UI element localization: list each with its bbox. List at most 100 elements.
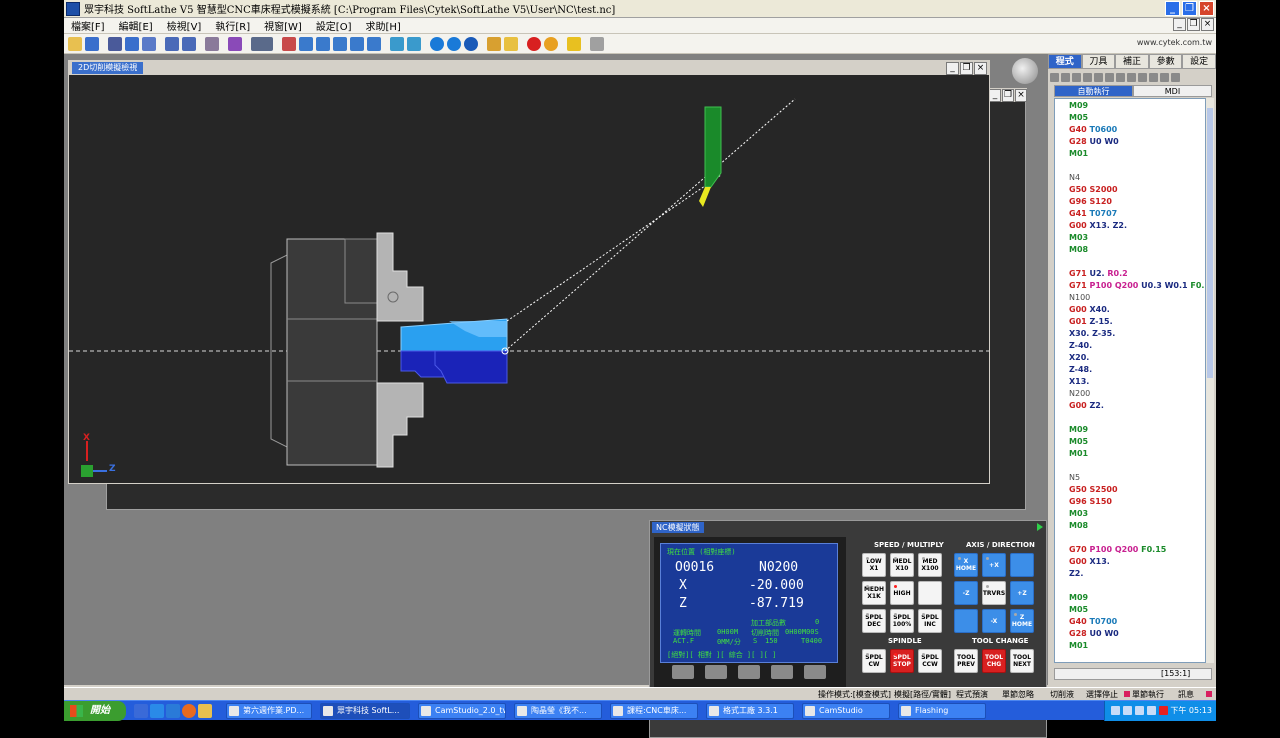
copy-icon[interactable]	[1116, 72, 1125, 82]
code-line[interactable]: Z-48.	[1069, 365, 1092, 374]
code-line[interactable]: M05	[1069, 437, 1088, 446]
code-line[interactable]: G00 X40.	[1069, 305, 1110, 314]
task-camstudio-folder[interactable]: CamStudio_2.0_tw	[418, 703, 506, 719]
code-line[interactable]: G01 Z-15.	[1069, 317, 1113, 326]
code-line[interactable]: N4	[1069, 173, 1080, 182]
code-line[interactable]: G00 X13. Z2.	[1069, 221, 1127, 230]
code-line[interactable]: M05	[1069, 605, 1088, 614]
code-line[interactable]: M03	[1069, 233, 1088, 242]
caliper-icon[interactable]	[251, 36, 273, 51]
replace-icon[interactable]	[1149, 72, 1158, 82]
tray-record-icon[interactable]	[1159, 706, 1168, 715]
z-home-button[interactable]: Z HOME	[1010, 609, 1034, 633]
status-coolant[interactable]: 切削液	[1050, 689, 1074, 700]
bg-minimize-button[interactable]: _	[989, 88, 1001, 102]
code-scroll-thumb[interactable]	[1207, 108, 1213, 378]
menu-settings[interactable]: 設定[O]	[309, 18, 359, 33]
menu-help[interactable]: 求助[H]	[359, 18, 408, 33]
speed-blank-button[interactable]	[918, 581, 942, 605]
code-line[interactable]: Z2.	[1069, 569, 1083, 578]
status-dry-run[interactable]: 程式預演	[956, 689, 988, 700]
menu-window[interactable]: 視窗[W]	[257, 18, 309, 33]
stock-icon[interactable]	[487, 36, 501, 51]
play-icon[interactable]	[1037, 523, 1043, 531]
spindle-stop-button[interactable]: SPDL STOP	[890, 649, 914, 673]
tab-program[interactable]: 程式	[1048, 54, 1082, 69]
speed-medh-button[interactable]: MEDH X1K	[862, 581, 886, 605]
align-right-icon[interactable]	[182, 36, 196, 51]
tab-offset[interactable]: 補正	[1115, 54, 1149, 69]
print-icon[interactable]	[590, 36, 604, 51]
tool-change-button[interactable]: TOOL CHG	[982, 649, 1006, 673]
menu-run[interactable]: 執行[R]	[208, 18, 257, 33]
sim-close-button[interactable]: ×	[974, 62, 987, 75]
mdi-restore-button[interactable]: ❐	[1187, 18, 1200, 31]
speed-med-button[interactable]: MED X100	[918, 553, 942, 577]
task-format-factory[interactable]: 格式工廠 3.3.1	[706, 703, 794, 719]
bg-close-button[interactable]: ×	[1015, 88, 1027, 102]
code-line[interactable]: N100	[1069, 293, 1090, 302]
tab-parameter[interactable]: 參數	[1148, 54, 1183, 69]
code-line[interactable]: M09	[1069, 101, 1088, 110]
code-line[interactable]: M03	[1069, 509, 1088, 518]
code-line[interactable]: G96 S120	[1069, 197, 1112, 206]
list-icon[interactable]	[142, 36, 156, 51]
goto-icon[interactable]	[1160, 72, 1169, 82]
code-line[interactable]: X13.	[1069, 377, 1089, 386]
bg-restore-button[interactable]: ❐	[1002, 88, 1014, 102]
minus-z-button[interactable]: -Z	[954, 581, 978, 605]
find-icon[interactable]	[1138, 72, 1147, 82]
code-line[interactable]: X30. Z-35.	[1069, 329, 1115, 338]
open-icon[interactable]	[68, 36, 82, 51]
code-line[interactable]: G00 Z2.	[1069, 401, 1104, 410]
code-line[interactable]: G00 X13.	[1069, 557, 1110, 566]
spindle-ccw-button[interactable]: SPDL CCW	[918, 649, 942, 673]
plus-z-button[interactable]: +Z	[1010, 581, 1034, 605]
code-line[interactable]: N200	[1069, 389, 1090, 398]
task-course[interactable]: 課程:CNC車床...	[610, 703, 698, 719]
traverse-button[interactable]: TRVRS	[982, 581, 1006, 605]
save-icon[interactable]	[85, 36, 99, 51]
status-single-block[interactable]: 單節執行	[1132, 689, 1164, 700]
code-line[interactable]: Z-40.	[1069, 341, 1092, 350]
mdi-close-button[interactable]: ×	[1201, 18, 1214, 31]
stop-icon[interactable]	[527, 36, 541, 51]
softkey-2[interactable]	[705, 665, 727, 679]
axis-blank-2-button[interactable]	[954, 609, 978, 633]
align-left-icon[interactable]	[165, 36, 179, 51]
paste-icon[interactable]	[1127, 72, 1136, 82]
code-line[interactable]: G41 T0707	[1069, 209, 1117, 218]
menu-view[interactable]: 檢視[V]	[160, 18, 209, 33]
code-line[interactable]: G70 P100 Q200 F0.15	[1069, 545, 1166, 554]
plus-x-button[interactable]: +X	[982, 553, 1006, 577]
sim-canvas[interactable]: X Z	[69, 75, 989, 483]
task-flashing[interactable]: Flashing	[898, 703, 986, 719]
ie-icon[interactable]	[150, 704, 164, 718]
tray-security-icon[interactable]	[1135, 706, 1144, 715]
open-file-icon[interactable]	[1061, 72, 1070, 82]
rotate-view-icon[interactable]	[390, 36, 404, 51]
sim-restore-button[interactable]: ❐	[960, 62, 973, 75]
save-file-icon[interactable]	[1072, 72, 1081, 82]
menu-edit[interactable]: 編輯[E]	[112, 18, 160, 33]
minus-x-button[interactable]: -X	[982, 609, 1006, 633]
code-line[interactable]: G71 U2. R0.2	[1069, 269, 1128, 278]
code-line[interactable]: G28 U0 W0	[1069, 137, 1119, 146]
spindle-inc-button[interactable]: SPDL INC	[918, 609, 942, 633]
softkey-4[interactable]	[771, 665, 793, 679]
new-file-icon[interactable]	[1050, 72, 1059, 82]
subtab-mdi[interactable]: MDI	[1133, 85, 1212, 97]
pause-icon[interactable]	[544, 36, 558, 51]
link-icon[interactable]	[205, 36, 219, 51]
spindle-100-button[interactable]: SPDL 100%	[890, 609, 914, 633]
sim-tab[interactable]: 2D切削模擬檢視	[72, 62, 144, 74]
softkey-5[interactable]	[804, 665, 826, 679]
code-line[interactable]: X20.	[1069, 353, 1089, 362]
task-camstudio[interactable]: CamStudio	[802, 703, 890, 719]
status-block-skip[interactable]: 單節忽略	[1002, 689, 1034, 700]
view-orientation-icon[interactable]	[1012, 58, 1038, 84]
redo-icon[interactable]	[125, 36, 139, 51]
code-line[interactable]: M01	[1069, 149, 1088, 158]
code-line[interactable]: G40 T0700	[1069, 617, 1117, 626]
tray-network-icon[interactable]	[1111, 706, 1120, 715]
